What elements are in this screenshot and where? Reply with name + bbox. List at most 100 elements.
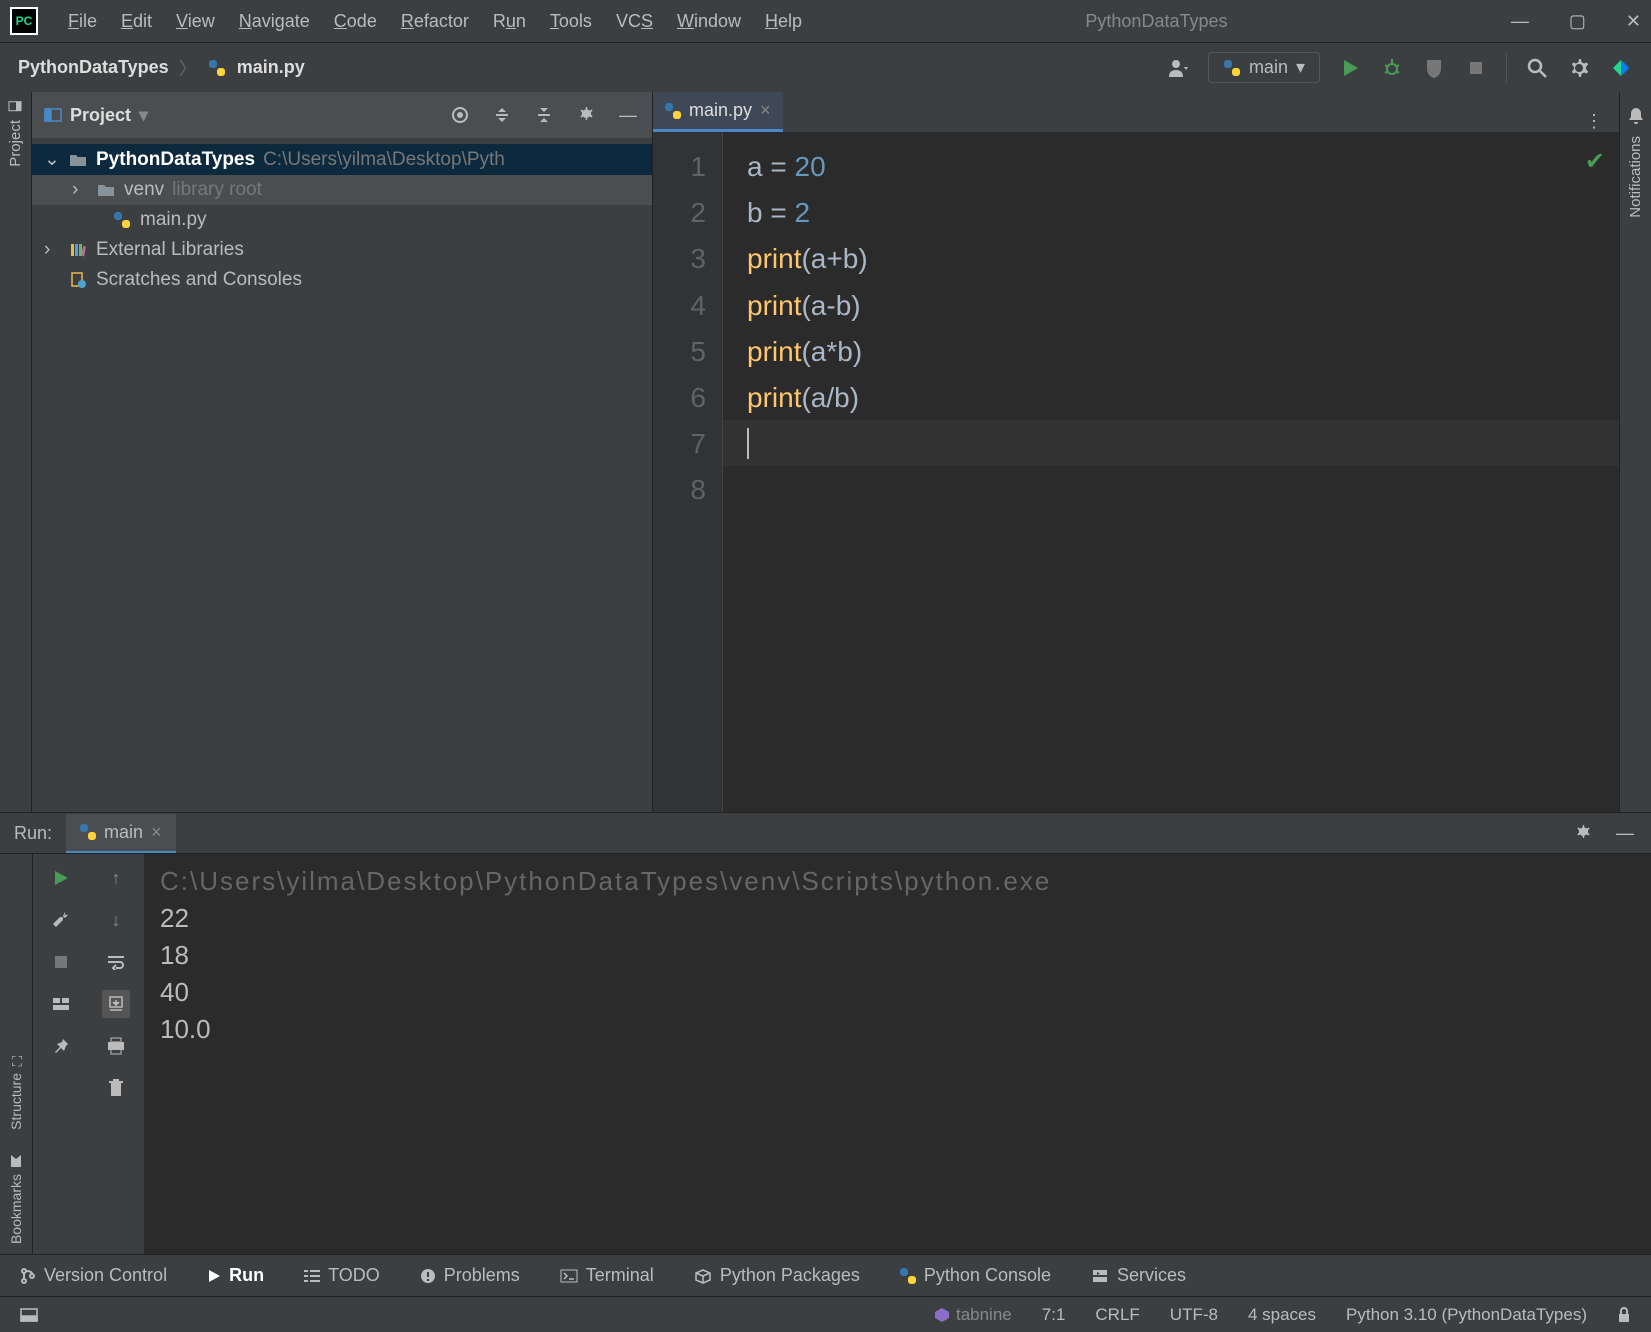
notifications-bell-icon[interactable] bbox=[1624, 104, 1648, 128]
menu-file[interactable]: File bbox=[68, 11, 97, 32]
hide-panel-icon[interactable]: — bbox=[616, 103, 640, 127]
status-window-icon[interactable] bbox=[20, 1308, 38, 1322]
up-arrow-icon[interactable]: ↑ bbox=[102, 864, 130, 892]
run-panel-header: Run: main × — bbox=[0, 812, 1651, 854]
expand-arrow-icon[interactable]: ⌄ bbox=[44, 148, 60, 171]
maximize-button[interactable]: ▢ bbox=[1569, 11, 1586, 32]
library-icon bbox=[68, 242, 88, 258]
status-line-sep[interactable]: CRLF bbox=[1095, 1305, 1139, 1325]
scratch-icon bbox=[68, 272, 88, 288]
structure-tool-button[interactable]: Structure ⛶ bbox=[8, 1053, 24, 1130]
editor-tab-bar: main.py × ⋮ bbox=[653, 92, 1619, 132]
status-position[interactable]: 7:1 bbox=[1042, 1305, 1066, 1325]
tree-file-main[interactable]: main.py bbox=[32, 205, 652, 235]
collapse-all-icon[interactable] bbox=[532, 103, 556, 127]
layout-icon[interactable] bbox=[47, 990, 75, 1018]
tree-scratches[interactable]: › Scratches and Consoles bbox=[32, 265, 652, 295]
debug-button[interactable] bbox=[1380, 56, 1404, 80]
bottom-services[interactable]: Services bbox=[1091, 1265, 1186, 1286]
search-button[interactable] bbox=[1525, 56, 1549, 80]
expand-all-icon[interactable] bbox=[490, 103, 514, 127]
bottom-todo[interactable]: TODO bbox=[304, 1265, 380, 1286]
menu-edit[interactable]: Edit bbox=[121, 11, 152, 32]
menu-help[interactable]: Help bbox=[765, 11, 802, 32]
minimize-button[interactable]: — bbox=[1511, 11, 1529, 32]
menu-view[interactable]: View bbox=[176, 11, 215, 32]
pin-icon[interactable] bbox=[47, 1032, 75, 1060]
select-opened-file-icon[interactable] bbox=[448, 103, 472, 127]
down-arrow-icon[interactable]: ↓ bbox=[102, 906, 130, 934]
stop-button[interactable] bbox=[47, 948, 75, 976]
bottom-version-control[interactable]: Version Control bbox=[20, 1265, 167, 1286]
status-indent[interactable]: 4 spaces bbox=[1248, 1305, 1316, 1325]
menu-window[interactable]: Window bbox=[677, 11, 741, 32]
project-panel: Project ▾ — ⌄ PythonDataTypes C:\Users\y… bbox=[32, 92, 652, 812]
window-title: PythonDataTypes bbox=[802, 11, 1511, 32]
tab-menu-icon[interactable]: ⋮ bbox=[1569, 111, 1619, 132]
bottom-python-console[interactable]: Python Console bbox=[900, 1265, 1051, 1286]
status-bar: tabnine 7:1 CRLF UTF-8 4 spaces Python 3… bbox=[0, 1296, 1651, 1332]
bottom-python-packages[interactable]: Python Packages bbox=[694, 1265, 860, 1286]
project-panel-header: Project ▾ — bbox=[32, 92, 652, 138]
menu-run[interactable]: Run bbox=[493, 11, 526, 32]
close-button[interactable]: ✕ bbox=[1626, 11, 1641, 32]
scroll-to-end-icon[interactable] bbox=[102, 990, 130, 1018]
run-button[interactable] bbox=[1338, 56, 1362, 80]
run-tool-column-2: ↑ ↓ bbox=[88, 854, 144, 1254]
console-output[interactable]: C:\Users\yilma\Desktop\PythonDataTypes\v… bbox=[144, 854, 1651, 1254]
jetbrains-icon[interactable] bbox=[1609, 56, 1633, 80]
bookmarks-tool-button[interactable]: Bookmarks bbox=[8, 1154, 24, 1244]
editor-tab-main[interactable]: main.py × bbox=[653, 92, 783, 132]
app-logo: PC bbox=[10, 7, 38, 35]
stop-button[interactable] bbox=[1464, 56, 1488, 80]
panel-settings-icon[interactable] bbox=[1571, 821, 1595, 845]
status-lock-icon[interactable] bbox=[1617, 1307, 1631, 1323]
main-menu: File Edit View Navigate Code Refactor Ru… bbox=[68, 11, 802, 32]
code-area[interactable]: 12345678 ✔ a = 20b = 2print(a+b)print(a-… bbox=[653, 132, 1619, 812]
soft-wrap-icon[interactable] bbox=[102, 948, 130, 976]
breadcrumb-file[interactable]: main.py bbox=[237, 57, 305, 78]
menu-tools[interactable]: Tools bbox=[550, 11, 592, 32]
wrench-icon[interactable] bbox=[47, 906, 75, 934]
line-gutter[interactable]: 12345678 bbox=[653, 132, 723, 812]
trash-icon[interactable] bbox=[102, 1074, 130, 1102]
panel-settings-icon[interactable] bbox=[574, 103, 598, 127]
status-encoding[interactable]: UTF-8 bbox=[1170, 1305, 1218, 1325]
bottom-terminal[interactable]: Terminal bbox=[560, 1265, 654, 1286]
nav-toolbar: PythonDataTypes 〉 main.py main ▾ bbox=[0, 42, 1651, 92]
python-file-icon bbox=[207, 58, 227, 78]
rerun-button[interactable] bbox=[47, 864, 75, 892]
bottom-run[interactable]: Run bbox=[207, 1265, 264, 1286]
tree-external-libs[interactable]: › External Libraries bbox=[32, 235, 652, 265]
status-tabnine[interactable]: tabnine bbox=[934, 1305, 1012, 1325]
menu-code[interactable]: Code bbox=[334, 11, 377, 32]
expand-arrow-icon[interactable]: › bbox=[72, 179, 88, 201]
run-config-selector[interactable]: main ▾ bbox=[1208, 52, 1320, 83]
hide-panel-icon[interactable]: — bbox=[1613, 821, 1637, 845]
status-interpreter[interactable]: Python 3.10 (PythonDataTypes) bbox=[1346, 1305, 1587, 1325]
left-tool-strip: Project bbox=[0, 92, 32, 812]
project-tree[interactable]: ⌄ PythonDataTypes C:\Users\yilma\Desktop… bbox=[32, 138, 652, 301]
settings-button[interactable] bbox=[1567, 56, 1591, 80]
project-tool-button[interactable]: Project bbox=[7, 100, 24, 167]
tree-venv[interactable]: › venv library root bbox=[32, 175, 652, 205]
tree-root[interactable]: ⌄ PythonDataTypes C:\Users\yilma\Desktop… bbox=[32, 144, 652, 175]
bottom-problems[interactable]: Problems bbox=[420, 1265, 520, 1286]
notifications-tool-button[interactable]: Notifications bbox=[1627, 136, 1644, 218]
run-tab[interactable]: main × bbox=[66, 814, 176, 853]
code-content[interactable]: ✔ a = 20b = 2print(a+b)print(a-b)print(a… bbox=[723, 132, 1619, 812]
user-icon[interactable] bbox=[1166, 56, 1190, 80]
print-icon[interactable] bbox=[102, 1032, 130, 1060]
coverage-button[interactable] bbox=[1422, 56, 1446, 80]
close-tab-icon[interactable]: × bbox=[760, 100, 771, 121]
breadcrumb-project[interactable]: PythonDataTypes bbox=[18, 57, 169, 78]
project-view-selector[interactable]: Project ▾ bbox=[44, 105, 148, 126]
breadcrumb[interactable]: PythonDataTypes 〉 main.py bbox=[18, 55, 305, 81]
python-file-icon bbox=[112, 212, 132, 228]
expand-arrow-icon[interactable]: › bbox=[44, 239, 60, 261]
menu-navigate[interactable]: Navigate bbox=[239, 11, 310, 32]
close-tab-icon[interactable]: × bbox=[151, 822, 162, 843]
menu-refactor[interactable]: Refactor bbox=[401, 11, 469, 32]
menu-vcs[interactable]: VCS bbox=[616, 11, 653, 32]
right-tool-strip: Notifications bbox=[1619, 92, 1651, 812]
